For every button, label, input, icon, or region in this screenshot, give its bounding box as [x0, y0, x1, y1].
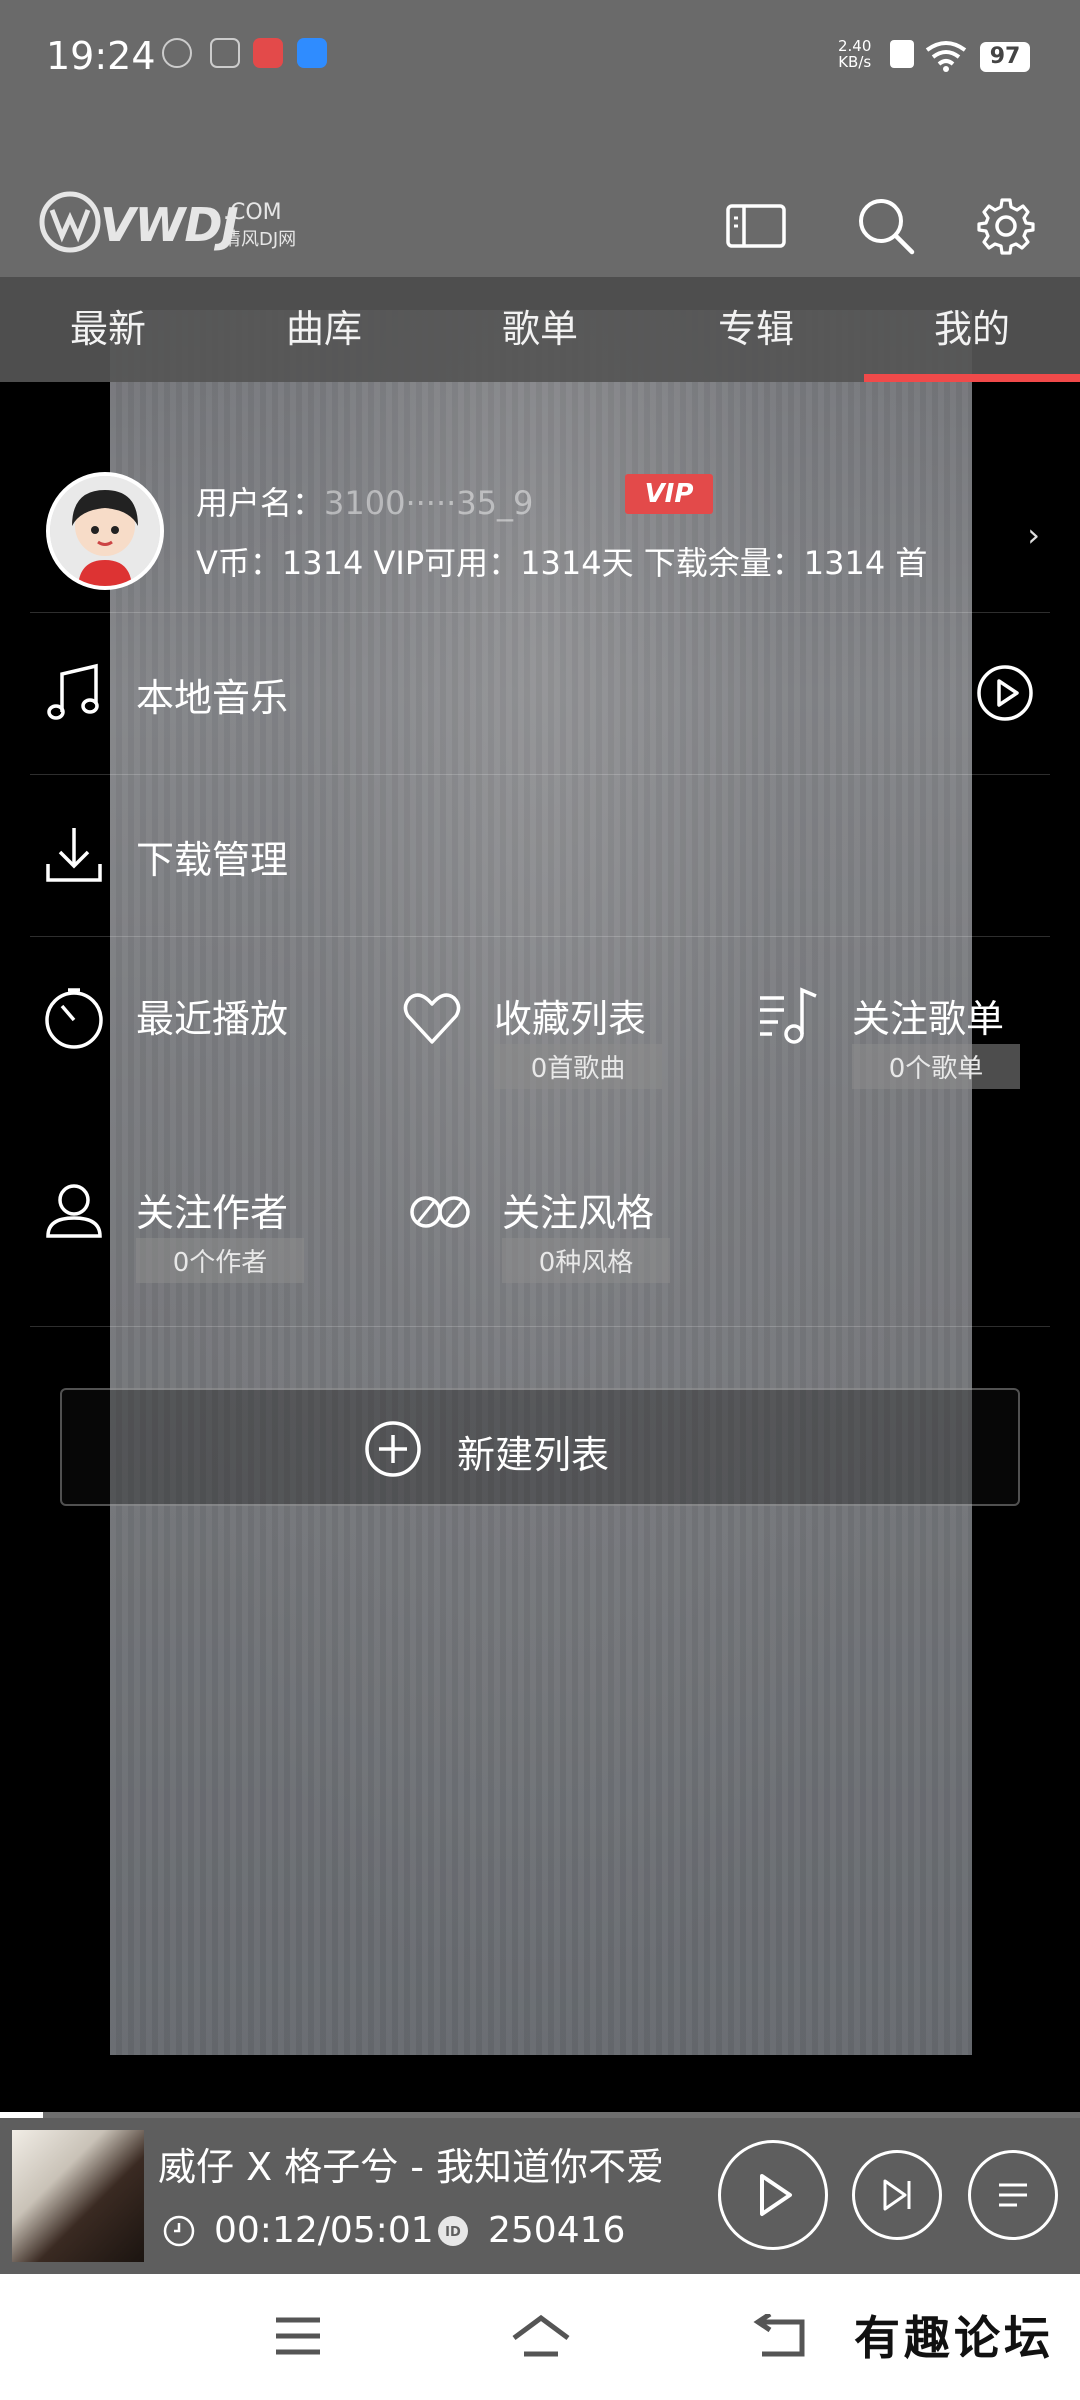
skip-next-icon: [883, 2179, 911, 2211]
followed-authors-count: 0个作者: [136, 1238, 304, 1283]
download-manage-label: 下载管理: [136, 838, 289, 882]
clock-icon: [163, 2215, 195, 2247]
followed-styles-label: 关注风格: [502, 1191, 655, 1235]
tab-albums[interactable]: 专辑: [648, 277, 864, 382]
queue-list-icon: [999, 2183, 1027, 2207]
tab-latest[interactable]: 最新: [0, 277, 216, 382]
play-icon: [760, 2174, 792, 2216]
music-note-icon: [47, 663, 99, 720]
browser-notification-icon: [297, 38, 327, 68]
logo-mark-icon: [39, 191, 101, 253]
tab-library[interactable]: 曲库: [216, 277, 432, 382]
style-tags-icon: [410, 1196, 470, 1228]
recent-play-item[interactable]: 最近播放: [42, 986, 342, 1086]
windows-icon: [726, 204, 786, 248]
play-button[interactable]: [718, 2140, 828, 2250]
favorites-count: 0首歌曲: [494, 1044, 662, 1089]
followed-styles-item[interactable]: 关注风格 0种风格: [408, 1180, 708, 1290]
followed-playlists-item[interactable]: 关注歌单 0个歌单: [758, 986, 1058, 1096]
username-line: 用户名：3100·····35_9: [196, 478, 533, 524]
plus-circle-icon: [365, 1421, 421, 1477]
username-value: 3100·····35_9: [324, 484, 534, 522]
user-icon: [46, 1184, 102, 1238]
new-list-label: 新建列表: [457, 1433, 610, 1477]
divider: [30, 936, 1050, 937]
windows-button[interactable]: [720, 190, 792, 262]
playlist-button[interactable]: [968, 2150, 1058, 2240]
tab-mine[interactable]: 我的: [864, 277, 1080, 382]
wifi-icon: [925, 41, 967, 72]
followed-styles-count: 0种风格: [502, 1238, 670, 1283]
status-time: 19:24: [46, 34, 156, 78]
settings-button[interactable]: [970, 190, 1042, 262]
home-icon[interactable]: [510, 2314, 572, 2362]
app-notification-icon: [253, 38, 283, 68]
username-label: 用户名：: [196, 484, 325, 522]
song-id: 250416: [488, 2210, 626, 2251]
followed-playlists-count: 0个歌单: [852, 1044, 1020, 1089]
logo-subtitle: 清风DJ网: [223, 229, 297, 250]
heart-icon: [403, 993, 461, 1044]
avatar-icon: [50, 476, 160, 586]
system-navigation-bar: 有趣论坛: [0, 2274, 1080, 2400]
nav-tabs: 最新 曲库 歌单 专辑 我的: [0, 277, 1080, 382]
playlist-icon: [760, 987, 817, 1044]
logo-com: .COM: [223, 200, 282, 225]
forum-watermark: 有趣论坛: [854, 2311, 1054, 2365]
favorites-label: 收藏列表: [494, 997, 647, 1041]
new-list-button[interactable]: 新建列表: [60, 1388, 1020, 1506]
logo-text: VWDJ: [100, 198, 239, 252]
gear-icon: [977, 198, 1035, 255]
local-music-row[interactable]: 本地音乐: [0, 612, 1080, 774]
search-icon: [859, 199, 915, 255]
play-circle-icon[interactable]: [976, 664, 1034, 722]
back-icon[interactable]: [752, 2314, 810, 2362]
mini-player: 威仔 X 格子兮 - 我知道你不爱 00:12/05:01 ID 250416: [0, 2118, 1080, 2274]
song-title[interactable]: 威仔 X 格子兮 - 我知道你不爱: [158, 2136, 706, 2191]
app-header: VWDJ .COM 清风DJ网: [0, 95, 1080, 277]
sim-off-icon: [890, 40, 914, 68]
profile-card[interactable]: 用户名：3100·····35_9 VIP V币：1314 VIP可用：1314…: [0, 462, 1080, 602]
album-cover[interactable]: [12, 2130, 144, 2262]
battery-indicator: 97: [980, 42, 1030, 72]
search-button[interactable]: [850, 190, 922, 262]
followed-playlists-label: 关注歌单: [852, 997, 1005, 1041]
account-stats: V币：1314 VIP可用：1314天 下载余量：1314 首: [196, 544, 928, 582]
avatar[interactable]: [46, 472, 164, 590]
net-speed-unit: KB/s: [838, 53, 872, 71]
local-music-label: 本地音乐: [136, 676, 289, 720]
followed-authors-label: 关注作者: [136, 1191, 289, 1235]
svg-text:ID: ID: [445, 2225, 461, 2240]
net-speed: 2.40 KB/s: [838, 38, 871, 70]
menu-icon[interactable]: [272, 2314, 324, 2358]
document-notification-icon: [210, 38, 240, 68]
divider: [30, 1326, 1050, 1327]
status-bar: 19:24 2.40 KB/s 97: [0, 0, 1080, 95]
song-time: 00:12/05:01: [214, 2210, 434, 2251]
chevron-right-icon: ›: [1027, 516, 1040, 554]
download-manage-row[interactable]: 下载管理: [0, 774, 1080, 936]
tab-playlists[interactable]: 歌单: [432, 277, 648, 382]
timer-icon: [45, 988, 103, 1049]
followed-authors-item[interactable]: 关注作者 0个作者: [42, 1180, 342, 1290]
id-icon: ID: [438, 2216, 468, 2246]
download-icon: [46, 828, 102, 882]
recent-play-label: 最近播放: [136, 997, 289, 1041]
net-speed-value: 2.40: [838, 37, 872, 55]
vip-badge: VIP: [625, 474, 713, 514]
vw-notification-icon: [162, 38, 192, 68]
favorites-item[interactable]: 收藏列表 0首歌曲: [400, 986, 700, 1096]
next-track-button[interactable]: [852, 2150, 942, 2240]
